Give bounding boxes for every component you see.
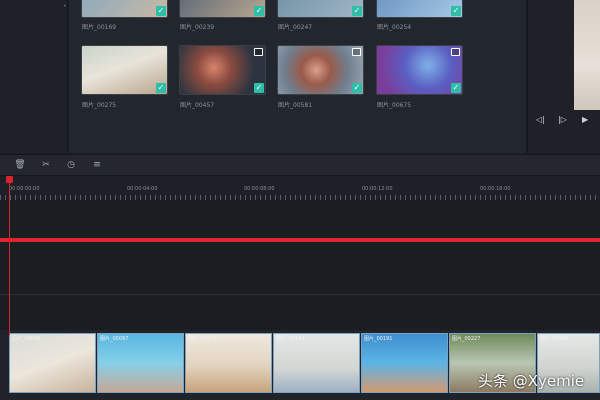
timeline-clip[interactable]: 图片_00096 xyxy=(9,333,96,393)
media-thumb-5[interactable]: ✓ xyxy=(81,45,168,95)
media-thumb-4[interactable]: ✓ xyxy=(376,0,463,18)
timeline-clip[interactable]: 图片_00134 xyxy=(273,333,360,393)
ruler-tick-label: 00:00:16:00 xyxy=(480,186,511,192)
media-label: 图片_00169 xyxy=(82,24,117,31)
timeline-marker-line xyxy=(0,238,600,242)
overlay-icon xyxy=(352,48,361,56)
media-library: ✓ 图片_00169 ✓ 图片_00239 ✓ 图片_00247 ✓ 图片_00… xyxy=(69,0,526,153)
media-thumb-8[interactable]: ✓ xyxy=(376,45,463,95)
check-icon: ✓ xyxy=(451,6,461,16)
check-icon: ✓ xyxy=(451,83,461,93)
play-button[interactable]: ▶ xyxy=(582,115,588,124)
media-label: 图片_00239 xyxy=(180,24,215,31)
clip-label: 图片_00245 xyxy=(540,336,569,342)
clip-label: 图片_00227 xyxy=(452,336,481,342)
media-label: 图片_00457 xyxy=(180,102,215,109)
watermark: 头条 @Xyemie xyxy=(478,372,585,390)
ruler-tick-label: 00:00:04:00 xyxy=(127,186,158,192)
clip-label: 图片_00096 xyxy=(12,336,41,342)
ruler-tick-label: 00:00:08:00 xyxy=(244,186,275,192)
timeline-toolbar: 🗑 ✂ ◷ ≡ xyxy=(0,154,600,176)
playhead-handle[interactable] xyxy=(6,176,13,183)
timeline-clip[interactable]: 图片_00113 xyxy=(185,333,272,393)
check-icon: ✓ xyxy=(156,83,166,93)
track-divider xyxy=(0,294,600,295)
playhead[interactable] xyxy=(9,177,10,335)
media-thumb-2[interactable]: ✓ xyxy=(179,0,266,18)
preview-panel: ◁| |▷ ▶ xyxy=(527,0,600,153)
delete-icon[interactable]: 🗑 xyxy=(14,159,26,171)
speed-icon[interactable]: ◷ xyxy=(65,159,77,171)
media-label: 图片_00275 xyxy=(82,102,117,109)
step-forward-button[interactable]: |▷ xyxy=(558,115,567,124)
preview-video xyxy=(574,0,600,110)
left-panel: • xyxy=(0,0,68,153)
media-label: 图片_00247 xyxy=(278,24,313,31)
timeline-clip[interactable]: 图片_00097 xyxy=(97,333,184,393)
check-icon: ✓ xyxy=(352,83,362,93)
check-icon: ✓ xyxy=(352,6,362,16)
overlay-icon xyxy=(451,48,460,56)
media-thumb-1[interactable]: ✓ xyxy=(81,0,168,18)
media-label: 图片_00254 xyxy=(377,24,412,31)
media-thumb-3[interactable]: ✓ xyxy=(277,0,364,18)
clip-label: 图片_00097 xyxy=(100,336,129,342)
overlay-icon xyxy=(254,48,263,56)
cut-icon[interactable]: ✂ xyxy=(40,159,52,171)
check-icon: ✓ xyxy=(254,83,264,93)
check-icon: ✓ xyxy=(254,6,264,16)
clip-label: 图片_00191 xyxy=(364,336,393,342)
media-thumb-6[interactable]: ✓ xyxy=(179,45,266,95)
adjust-icon[interactable]: ≡ xyxy=(91,159,103,171)
clip-label: 图片_00134 xyxy=(276,336,305,342)
media-thumb-7[interactable]: ✓ xyxy=(277,45,364,95)
timeline-clip[interactable]: 图片_00191 xyxy=(361,333,448,393)
ruler-tick-label: 00:00:00:00 xyxy=(9,186,40,192)
check-icon: ✓ xyxy=(156,6,166,16)
media-label: 图片_00675 xyxy=(377,102,412,109)
step-back-button[interactable]: ◁| xyxy=(536,115,545,124)
clip-label: 图片_00113 xyxy=(188,336,217,342)
panel-marker: • xyxy=(63,3,67,10)
ruler-tick-label: 00:00:12:00 xyxy=(362,186,393,192)
media-label: 图片_00581 xyxy=(278,102,313,109)
